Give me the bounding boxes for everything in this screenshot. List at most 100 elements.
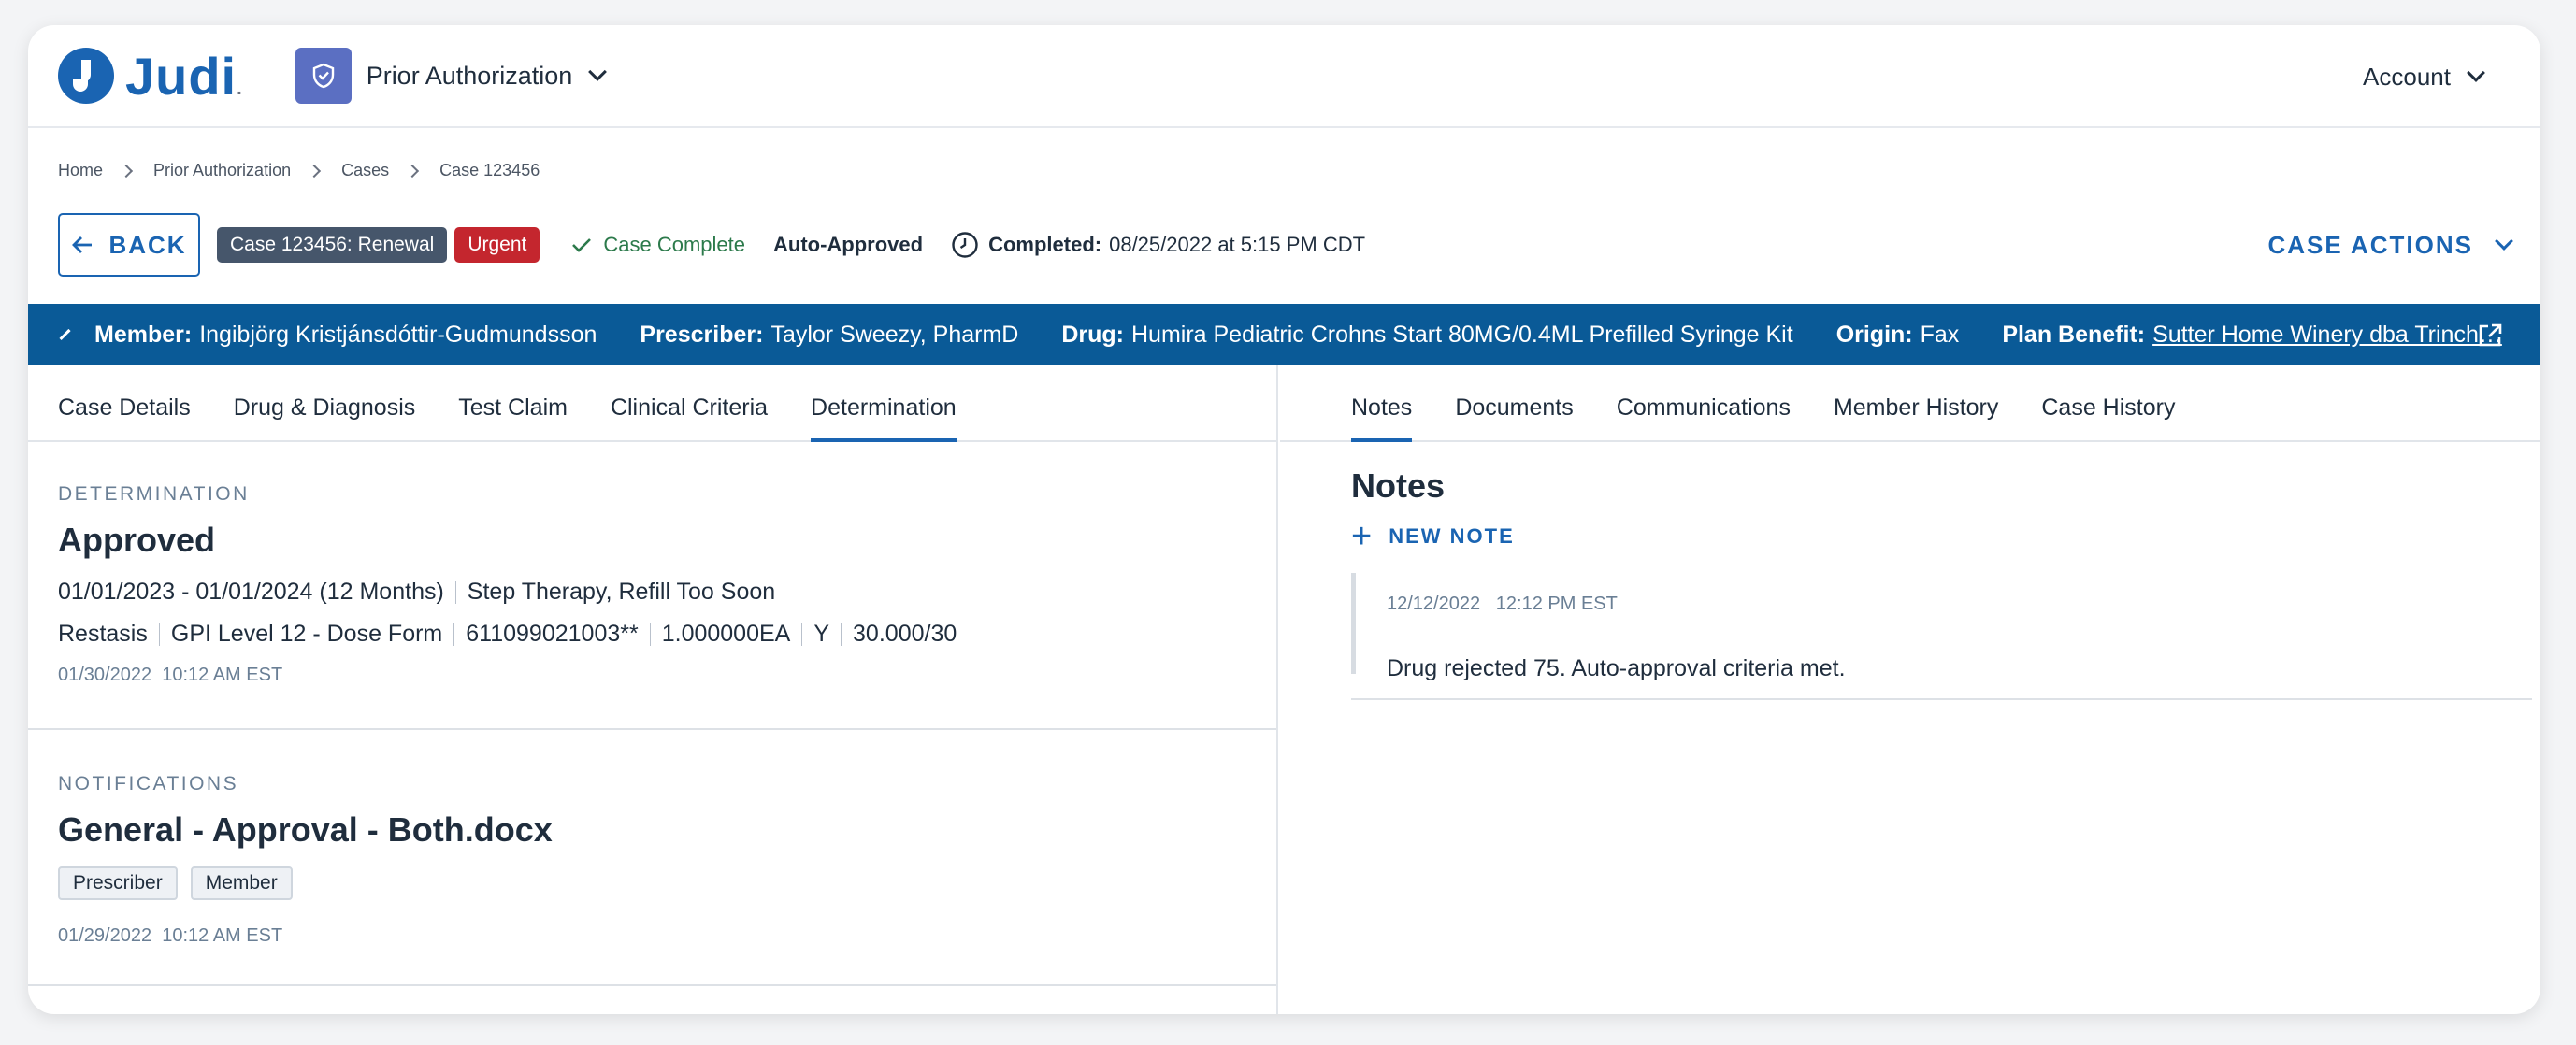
check-icon (572, 238, 592, 252)
shield-icon (295, 48, 352, 104)
determination-reasons: Step Therapy, Refill Too Soon (467, 579, 776, 605)
detail-gpi-level: GPI Level 12 - Dose Form (170, 621, 443, 647)
case-actions-button[interactable]: CASE ACTIONS (2267, 213, 2513, 277)
determination-timestamp: 01/30/2022 10:12 AM EST (58, 665, 283, 685)
divider (453, 623, 455, 646)
member-name: Ingibjörg Kristjánsdóttir-Gudmundsson (199, 321, 597, 348)
chevron-right-icon (119, 164, 134, 178)
left-panel: Case Details Drug & Diagnosis Test Claim… (28, 365, 1278, 1014)
new-note-button[interactable]: + NEW NOTE (1351, 519, 1515, 554)
breadcrumb-home[interactable]: Home (58, 161, 103, 180)
determination-eyebrow: DETERMINATION (58, 483, 250, 505)
notifications-section: NOTIFICATIONS General - Approval - Both.… (28, 730, 1276, 986)
divider (801, 623, 803, 646)
top-header: Judi. Prior Authorization Account (28, 25, 2540, 128)
arrow-left-icon (72, 236, 93, 253)
completed-timestamp: Completed: 08/25/2022 at 5:15 PM CDT (951, 231, 1365, 259)
app-window: Judi. Prior Authorization Account Home P… (28, 25, 2540, 1014)
tab-clinical-criteria[interactable]: Clinical Criteria (611, 394, 768, 440)
chip-member: Member (190, 866, 293, 900)
case-actions-label: CASE ACTIONS (2267, 230, 2473, 259)
chevron-right-icon[interactable] (59, 328, 71, 341)
detail-quantity: 1.000000EA (661, 621, 791, 647)
chevron-right-icon (406, 164, 420, 178)
chevron-right-icon (308, 164, 322, 178)
prescriber-name: Taylor Sweezy, PharmD (770, 321, 1019, 348)
judi-logo[interactable]: Judi. (58, 46, 243, 107)
case-status: Case Complete (571, 233, 745, 257)
completed-label: Completed: (988, 233, 1102, 256)
new-note-label: NEW NOTE (1389, 524, 1515, 548)
case-status-text: Case Complete (603, 233, 745, 256)
origin-field: Origin: Fax (1835, 321, 1960, 348)
breadcrumb-cases[interactable]: Cases (341, 161, 389, 180)
right-panel: Notes Documents Communications Member Hi… (1280, 365, 2540, 1014)
app-name: Prior Authorization (366, 61, 573, 90)
tab-test-claim[interactable]: Test Claim (458, 394, 568, 440)
right-tabs: Notes Documents Communications Member Hi… (1280, 365, 2540, 442)
tab-member-history[interactable]: Member History (1834, 394, 1998, 440)
detail-ndc: 611099021003** (466, 621, 639, 647)
determination-period: 01/01/2023 - 01/01/2024 (12 Months) (58, 579, 444, 605)
left-tabs: Case Details Drug & Diagnosis Test Claim… (28, 365, 1276, 442)
external-link-icon[interactable] (2477, 322, 2503, 349)
note-time: 12:12 PM EST (1495, 594, 1618, 614)
case-summary-bar: BACK Case 123456: Renewal Urgent Case Co… (58, 213, 2513, 277)
tab-communications[interactable]: Communications (1617, 394, 1791, 440)
tab-case-details[interactable]: Case Details (58, 394, 191, 440)
completed-value: 08/25/2022 at 5:15 PM CDT (1109, 233, 1366, 256)
tab-drug-diagnosis[interactable]: Drug & Diagnosis (234, 394, 416, 440)
notification-document-title: General - Approval - Both.docx (58, 810, 553, 849)
breadcrumb-prior-authorization[interactable]: Prior Authorization (153, 161, 291, 180)
drug-field: Drug: Humira Pediatric Crohns Start 80MG/… (1061, 321, 1793, 348)
judi-logo-icon (58, 48, 114, 104)
breadcrumb-current-case: Case 123456 (439, 161, 540, 179)
plan-benefit-link[interactable]: Sutter Home Winery dba Trinch… (2152, 322, 2502, 349)
case-id-badge: Case 123456: Renewal (217, 227, 448, 263)
breadcrumb: Home Prior Authorization Cases Case 1234… (58, 161, 540, 180)
member-field: Member: Ingibjörg Kristjánsdóttir-Gudmund… (94, 321, 597, 348)
case-info-strip: Member: Ingibjörg Kristjánsdóttir-Gudmund… (28, 304, 2540, 365)
determination-details-line: Restasis GPI Level 12 - Dose Form 611099… (58, 621, 957, 648)
detail-flag: Y (813, 621, 830, 647)
auto-approved-label: Auto-Approved (773, 233, 924, 256)
chevron-down-icon (2467, 64, 2485, 82)
recipient-chips: Prescriber Member (58, 866, 306, 900)
notification-timestamp: 01/29/2022 10:12 AM EST (58, 925, 283, 946)
notifications-eyebrow: NOTIFICATIONS (58, 773, 239, 794)
prescriber-field: Prescriber: Taylor Sweezy, PharmD (640, 321, 1019, 348)
detail-days-supply: 30.000/30 (853, 621, 957, 647)
logo-text: Judi. (125, 46, 243, 106)
note-meta: 12/12/2022 12:12 PM EST (1387, 594, 1618, 615)
note-item: 12/12/2022 12:12 PM EST Drug rejected 75… (1351, 573, 2532, 700)
note-text: Drug rejected 75. Auto-approval criteria… (1387, 655, 1846, 681)
divider (454, 580, 456, 604)
back-label: BACK (108, 230, 187, 259)
tab-notes[interactable]: Notes (1351, 394, 1413, 442)
tab-determination[interactable]: Determination (811, 394, 957, 442)
detail-drug: Restasis (58, 621, 148, 647)
tab-case-history[interactable]: Case History (2041, 394, 2175, 440)
tab-documents[interactable]: Documents (1455, 394, 1573, 440)
divider (841, 623, 842, 646)
note-date: 12/12/2022 (1387, 594, 1481, 614)
chip-prescriber: Prescriber (58, 866, 178, 900)
notes-title: Notes (1351, 466, 1446, 505)
account-label: Account (2363, 62, 2451, 91)
urgent-badge: Urgent (454, 227, 540, 263)
divider (158, 623, 160, 646)
drug-name: Humira Pediatric Crohns Start 80MG/0.4ML… (1131, 321, 1793, 348)
app-switcher[interactable]: Prior Authorization (295, 48, 608, 104)
determination-section: DETERMINATION Approved 01/01/2023 - 01/0… (28, 442, 1276, 730)
back-button[interactable]: BACK (58, 213, 200, 277)
divider (649, 623, 651, 646)
account-menu[interactable]: Account (2363, 25, 2485, 128)
determination-period-line: 01/01/2023 - 01/01/2024 (12 Months) Step… (58, 579, 775, 606)
chevron-down-icon (2495, 232, 2513, 251)
plan-benefit-field: Plan Benefit: Sutter Home Winery dba Trin… (2002, 321, 2502, 349)
origin-value: Fax (1920, 321, 1960, 348)
chevron-down-icon (588, 63, 608, 81)
note-accent-bar (1351, 573, 1356, 674)
clock-icon (952, 232, 978, 258)
determination-title: Approved (58, 521, 216, 559)
